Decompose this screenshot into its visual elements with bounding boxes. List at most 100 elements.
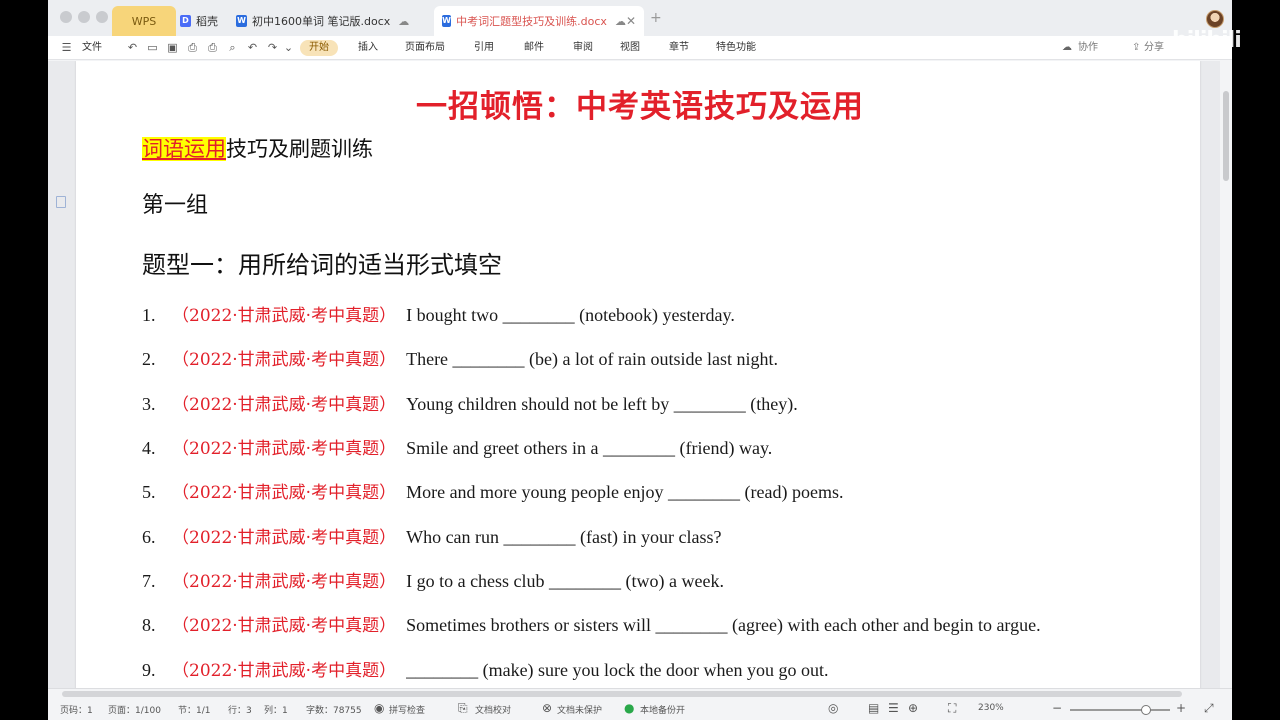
menu-file[interactable]: 文件 bbox=[82, 36, 102, 60]
question-source: （2022·甘肃武威·考中真题） bbox=[172, 661, 397, 681]
save-icon[interactable]: ▣ bbox=[166, 41, 179, 54]
question-number: 8. bbox=[142, 615, 156, 635]
question-number: 4. bbox=[142, 438, 156, 458]
wps-window: WPS D 稻壳 W 初中1600单词 笔记版.docx ☁ W 中考词汇题型技… bbox=[48, 0, 1232, 720]
question-line: 8. （2022·甘肃武威·考中真题） Sometimes brothers or … bbox=[142, 611, 1041, 637]
doc-protect-status[interactable]: 文档未保护 bbox=[557, 703, 602, 716]
question-source: （2022·甘肃武威·考中真题） bbox=[172, 439, 397, 459]
print-preview-icon[interactable]: ⌕ bbox=[226, 41, 239, 54]
question-line: 4. （2022·甘肃武威·考中真题） Smile and greet others… bbox=[142, 434, 772, 460]
backup-status-icon: ● bbox=[624, 701, 635, 715]
menu-page-layout[interactable]: 页面布局 bbox=[405, 36, 445, 60]
question-number: 7. bbox=[142, 571, 156, 591]
section-heading: 词语运用技巧及刷题训练 bbox=[142, 133, 373, 163]
tab-daoke[interactable]: D 稻壳 bbox=[172, 6, 226, 36]
undo-icon[interactable]: ↶ bbox=[246, 41, 259, 54]
redo-icon[interactable]: ↷ bbox=[266, 41, 279, 54]
question-line: 7. （2022·甘肃武威·考中真题） I go to a chess club _… bbox=[142, 567, 724, 593]
page-view-icon[interactable]: ▤ bbox=[868, 701, 879, 715]
question-source: （2022·甘肃武威·考中真题） bbox=[172, 616, 397, 636]
heading-text: 技巧及刷题训练 bbox=[226, 137, 373, 161]
tab-label: WPS bbox=[131, 14, 157, 28]
question-number: 3. bbox=[142, 394, 156, 414]
tab-document-2-active[interactable]: W 中考词汇题型技巧及训练.docx ☁ ✕ bbox=[434, 6, 644, 36]
menu-start[interactable]: 开始 bbox=[300, 40, 338, 56]
section-count[interactable]: 节：1/1 bbox=[178, 703, 211, 716]
question-text: I go to a chess club ________ (two) a we… bbox=[406, 571, 724, 591]
zoom-out-icon[interactable]: − bbox=[1052, 701, 1062, 715]
export-pdf-icon[interactable]: ⎙ bbox=[186, 41, 199, 54]
question-number: 1. bbox=[142, 305, 156, 325]
open-folder-icon[interactable]: ▭ bbox=[146, 41, 159, 54]
window-close-button[interactable] bbox=[60, 11, 72, 23]
group-heading: 第一组 bbox=[142, 193, 209, 218]
outline-view-icon[interactable]: ☰ bbox=[888, 701, 899, 715]
window-maximize-button[interactable] bbox=[96, 11, 108, 23]
question-source: （2022·甘肃武威·考中真题） bbox=[172, 395, 397, 415]
doc-proof-button[interactable]: 文档校对 bbox=[475, 703, 511, 716]
horizontal-scrollbar[interactable] bbox=[48, 689, 1220, 699]
document-page[interactable]: 一招顿悟：中考英语技巧及运用 词语运用技巧及刷题训练 第一组 题型一：用所给词的… bbox=[76, 61, 1200, 688]
new-tab-icon[interactable]: + bbox=[650, 10, 662, 26]
avatar[interactable] bbox=[1206, 10, 1224, 28]
menu-chapter[interactable]: 章节 bbox=[669, 36, 689, 60]
scrollbar-thumb[interactable] bbox=[62, 691, 1182, 697]
daoke-icon: D bbox=[180, 15, 191, 27]
nav-pane-icon[interactable] bbox=[56, 196, 66, 208]
question-line: 6. （2022·甘肃武威·考中真题） Who can run ________ (… bbox=[142, 523, 722, 549]
question-line: 3. （2022·甘肃武威·考中真题） Young children should … bbox=[142, 390, 798, 416]
question-source: （2022·甘肃武威·考中真题） bbox=[172, 306, 397, 326]
protect-icon: ⊗ bbox=[542, 701, 553, 715]
share-icon[interactable]: ⇪ bbox=[1132, 36, 1140, 60]
scrollbar-thumb[interactable] bbox=[1223, 91, 1229, 181]
status-bar: 页码：1 页面：1/100 节：1/1 行：3 列：1 字数：78755 ◉ 拼… bbox=[48, 688, 1232, 720]
tab-wps-home[interactable]: WPS bbox=[112, 6, 176, 36]
zoom-slider-knob[interactable] bbox=[1141, 705, 1151, 715]
question-source: （2022·甘肃武威·考中真题） bbox=[172, 483, 397, 503]
row-indicator: 行：3 bbox=[228, 706, 252, 716]
word-count[interactable]: 字数：78755 bbox=[306, 703, 362, 716]
question-line: 1. （2022·甘肃武威·考中真题） I bought two ________ … bbox=[142, 301, 735, 327]
hamburger-menu-icon[interactable]: ☰ bbox=[60, 41, 73, 54]
spell-check-icon: ◉ bbox=[374, 701, 385, 715]
print-icon[interactable]: ⎙ bbox=[206, 41, 219, 54]
menu-mail[interactable]: 邮件 bbox=[524, 36, 544, 60]
menu-references[interactable]: 引用 bbox=[474, 36, 494, 60]
fit-page-icon[interactable]: ⛶ bbox=[948, 701, 956, 716]
menu-collaborate[interactable]: 协作 bbox=[1078, 36, 1098, 60]
vertical-scrollbar[interactable] bbox=[1220, 61, 1232, 688]
menu-insert[interactable]: 插入 bbox=[358, 36, 378, 60]
cloud-icon: ☁ bbox=[614, 14, 626, 28]
document-area[interactable]: 一招顿悟：中考英语技巧及运用 词语运用技巧及刷题训练 第一组 题型一：用所给词的… bbox=[48, 61, 1232, 688]
doc-proof-icon: ⎘ bbox=[458, 701, 468, 715]
question-type-heading: 题型一：用所给词的适当形式填空 bbox=[142, 251, 502, 279]
menu-view[interactable]: 视图 bbox=[620, 36, 640, 60]
zoom-slider[interactable] bbox=[1070, 705, 1170, 715]
window-minimize-button[interactable] bbox=[78, 11, 90, 23]
question-text: Young children should not be left by ___… bbox=[406, 394, 798, 414]
menu-special-features[interactable]: 特色功能 bbox=[716, 36, 756, 60]
question-source: （2022·甘肃武威·考中真题） bbox=[172, 528, 397, 548]
zoom-in-icon[interactable]: + bbox=[1176, 701, 1186, 715]
undo-arrow-icon[interactable]: ↶ bbox=[126, 41, 139, 54]
menu-share[interactable]: 分享 bbox=[1144, 36, 1164, 60]
page-number[interactable]: 页码：1 bbox=[60, 703, 93, 716]
fullscreen-icon[interactable]: ⤢ bbox=[1204, 701, 1214, 716]
question-text: There ________ (be) a lot of rain outsid… bbox=[406, 349, 778, 369]
page-count[interactable]: 页面：1/100 bbox=[108, 703, 161, 716]
chevron-down-icon[interactable]: ⌄ bbox=[282, 41, 295, 54]
menu-review[interactable]: 审阅 bbox=[573, 36, 593, 60]
collab-icon[interactable]: ☁ bbox=[1062, 36, 1072, 60]
zoom-level[interactable]: 230% bbox=[978, 703, 1004, 713]
eye-protect-icon[interactable]: ◎ bbox=[828, 701, 838, 715]
close-tab-icon[interactable]: ✕ bbox=[626, 14, 636, 28]
question-line: 2. （2022·甘肃武威·考中真题） There ________ (be) a … bbox=[142, 345, 778, 371]
tab-document-1[interactable]: W 初中1600单词 笔记版.docx ☁ bbox=[228, 6, 424, 36]
word-doc-icon: W bbox=[236, 15, 247, 27]
spell-check-button[interactable]: 拼写检查 bbox=[389, 703, 425, 716]
column-indicator: 列：1 bbox=[264, 706, 288, 716]
cloud-icon: ☁ bbox=[398, 14, 410, 28]
local-backup-status[interactable]: 本地备份开 bbox=[640, 703, 685, 716]
question-number: 2. bbox=[142, 349, 156, 369]
web-view-icon[interactable]: ⊕ bbox=[908, 701, 918, 715]
